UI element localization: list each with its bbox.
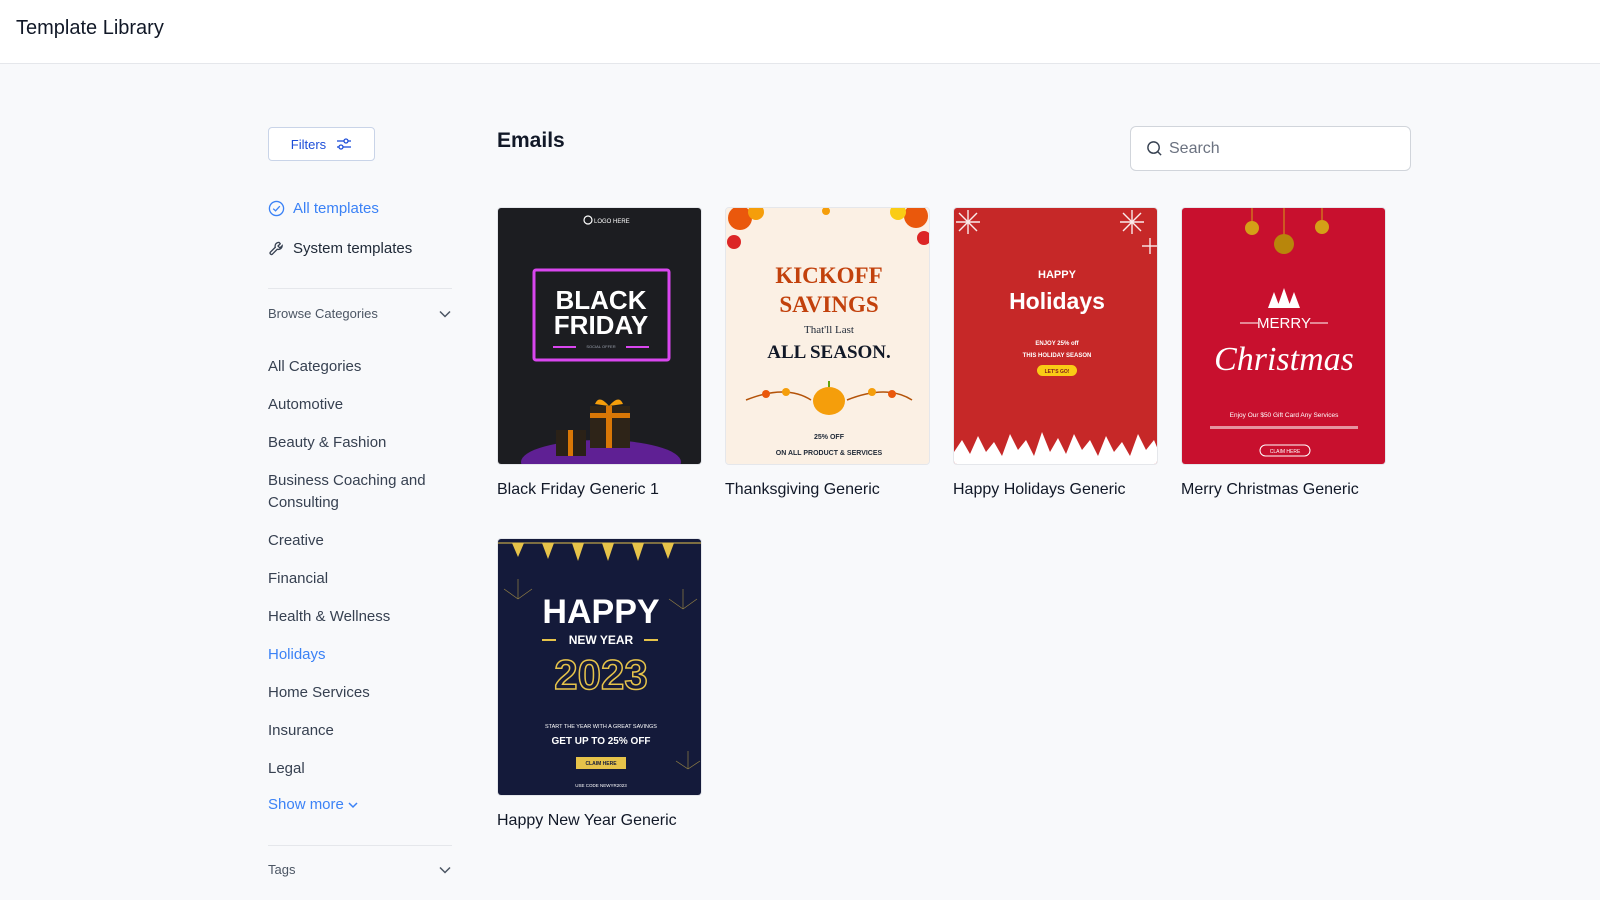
thumb-text: NEW YEAR	[569, 633, 634, 647]
thumb-text: USE CODE NEWYR2023	[575, 783, 627, 788]
thumb-text: 25% OFF	[814, 434, 845, 441]
chevron-down-icon	[439, 310, 451, 318]
template-thumbnail-happy-holidays: HAPPY Holidays ENJOY 25% off THIS HOLIDA…	[953, 207, 1158, 465]
category-item[interactable]: Legal	[268, 758, 452, 780]
scope-label: System templates	[293, 240, 413, 257]
thumb-text: Enjoy Our $50 Gift Card Any Services	[1230, 412, 1339, 419]
template-name: Happy New Year Generic	[497, 812, 677, 829]
thumb-text: START THE YEAR WITH A GREAT SAVINGS	[545, 724, 657, 730]
thumb-text: THIS HOLIDAY SEASON	[1023, 353, 1092, 359]
template-thumbnail-black-friday: LOGO HERE BLACK FRIDAY SOCIAL OFFER	[497, 207, 702, 465]
chevron-down-icon	[348, 801, 358, 808]
section-title: Emails	[497, 129, 565, 152]
thumb-text: GET UP TO 25% OFF	[551, 736, 650, 747]
sidebar: Filters All templates System templates B…	[268, 127, 452, 877]
template-card[interactable]: MERRY Christmas Enjoy Our $50 Gift Card …	[1181, 207, 1386, 499]
sidebar-divider	[268, 288, 452, 289]
template-card[interactable]: LOGO HERE BLACK FRIDAY SOCIAL OFFER Blac…	[497, 207, 702, 499]
browse-categories-label: Browse Categories	[268, 306, 378, 321]
thumb-text: CLAIM HERE	[585, 761, 617, 767]
search-box	[1130, 126, 1411, 171]
thumb-text: LET'S GO!	[1045, 369, 1070, 375]
thumb-text: That'll Last	[804, 324, 854, 336]
thumb-text: KICKOFF	[775, 263, 882, 288]
template-thumbnail-happy-new-year: HAPPY NEW YEAR 2023 START THE YEAR WITH …	[497, 538, 702, 796]
category-item[interactable]: Home Services	[268, 682, 452, 704]
thumb-text: CLAIM HERE	[1270, 449, 1301, 455]
thumb-text: Christmas	[1214, 341, 1354, 378]
thumb-text: HAPPY	[542, 593, 659, 631]
thumb-text: ALL SEASON.	[767, 342, 891, 363]
scope-system-templates[interactable]: System templates	[268, 240, 412, 257]
scope-label: All templates	[293, 200, 379, 217]
scope-all-templates[interactable]: All templates	[268, 200, 379, 217]
category-item[interactable]: Business Coaching and Consulting	[268, 470, 452, 514]
category-item[interactable]: All Categories	[268, 356, 452, 378]
show-more-label: Show more	[268, 796, 344, 813]
category-item[interactable]: Automotive	[268, 394, 452, 416]
sliders-icon	[337, 138, 352, 150]
template-name: Thanksgiving Generic	[725, 481, 880, 498]
wrench-icon	[269, 241, 283, 256]
app-title: Template Library	[16, 17, 164, 39]
thumb-text: ON ALL PRODUCT & SERVICES	[776, 450, 883, 457]
tags-label: Tags	[268, 862, 296, 877]
show-more-link[interactable]: Show more	[268, 796, 452, 813]
top-bar: Template Library	[0, 0, 1600, 64]
template-thumbnail-thanksgiving: KICKOFF SAVINGS That'll Last ALL SEASON.…	[725, 207, 930, 465]
sidebar-divider	[268, 845, 452, 846]
thumb-text: ENJOY 25% off	[1035, 341, 1079, 347]
template-name: Black Friday Generic 1	[497, 481, 659, 498]
template-card[interactable]: HAPPY Holidays ENJOY 25% off THIS HOLIDA…	[953, 207, 1158, 499]
template-card[interactable]: HAPPY NEW YEAR 2023 START THE YEAR WITH …	[497, 538, 702, 830]
category-item[interactable]: Health & Wellness	[268, 606, 452, 628]
category-item[interactable]: Financial	[268, 568, 452, 590]
filters-button-label: Filters	[290, 136, 327, 152]
filters-button[interactable]: Filters	[268, 127, 375, 161]
browse-categories-toggle[interactable]: Browse Categories	[268, 306, 452, 321]
chevron-down-icon	[439, 866, 451, 874]
thumb-text: Holidays	[1009, 288, 1105, 314]
check-circle-icon	[268, 200, 285, 217]
template-name: Happy Holidays Generic	[953, 481, 1126, 498]
template-name: Merry Christmas Generic	[1181, 481, 1359, 498]
category-item-active[interactable]: Holidays	[268, 644, 452, 666]
thumb-text: MERRY	[1257, 315, 1311, 332]
search-icon	[1147, 141, 1162, 156]
template-card[interactable]: KICKOFF SAVINGS That'll Last ALL SEASON.…	[725, 207, 930, 499]
thumb-text: FRIDAY	[554, 310, 648, 340]
thumb-text: SOCIAL OFFER	[586, 344, 615, 349]
thumb-text: HAPPY	[1038, 269, 1077, 281]
category-item[interactable]: Insurance	[268, 720, 452, 742]
thumb-text: LOGO HERE	[594, 219, 630, 225]
template-thumbnail-merry-christmas: MERRY Christmas Enjoy Our $50 Gift Card …	[1181, 207, 1386, 465]
thumb-text: 2023	[554, 651, 647, 698]
tags-toggle[interactable]: Tags	[268, 862, 452, 877]
thumb-text: SAVINGS	[779, 292, 878, 317]
category-item[interactable]: Creative	[268, 530, 452, 552]
category-item[interactable]: Beauty & Fashion	[268, 432, 452, 454]
search-input[interactable]	[1169, 139, 1399, 158]
category-list: All Categories Automotive Beauty & Fashi…	[268, 356, 452, 813]
